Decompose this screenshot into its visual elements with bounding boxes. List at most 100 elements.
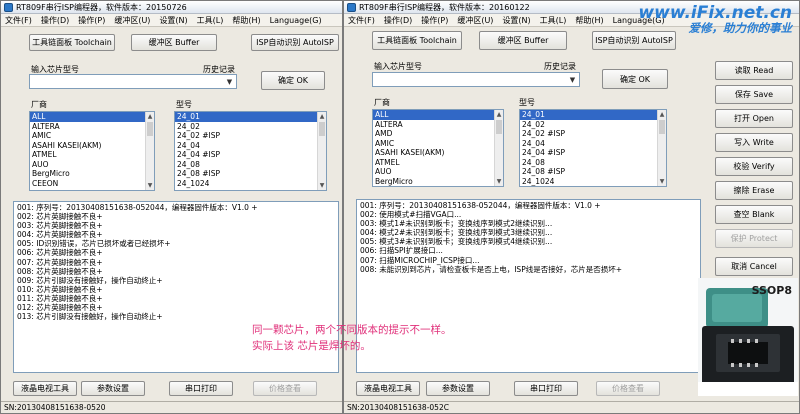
menu-operate-p[interactable]: 操作(P) xyxy=(78,15,105,26)
vertical-scrollbar[interactable]: ▲ ▼ xyxy=(657,110,666,186)
param-settings-button[interactable]: 参数设置 xyxy=(81,381,145,396)
model-list[interactable]: 24_01 24_02 24_02 #ISP 24_04 24_04 #ISP … xyxy=(519,109,667,187)
list-item[interactable]: ALTERA xyxy=(30,122,154,132)
list-item[interactable]: CEEON xyxy=(30,179,154,189)
list-item[interactable]: ALL xyxy=(30,112,154,122)
model-list[interactable]: 24_01 24_02 24_02 #ISP 24_04 24_04 #ISP … xyxy=(174,111,327,191)
list-item[interactable]: ASAHI KASEI(AKM) xyxy=(373,148,503,158)
list-item[interactable]: ALL xyxy=(373,110,503,120)
menu-tools[interactable]: 工具(L) xyxy=(540,15,567,26)
log-line: 001: 序列号：20130408151638-052044，编程器固件版本：V… xyxy=(360,201,601,210)
history-label: 历史记录 xyxy=(544,62,576,71)
watermark-url: www.iFix.net.cn xyxy=(638,3,792,23)
log-line: 012: 芯片英脚接触不良+ xyxy=(17,303,103,313)
menu-help[interactable]: 帮助(H) xyxy=(232,15,260,26)
list-item[interactable]: 24_02 #ISP xyxy=(520,129,666,139)
lcd-tv-tools-button[interactable]: 液晶电视工具 xyxy=(356,381,420,396)
list-item[interactable]: AMIC xyxy=(373,139,503,149)
list-item[interactable]: 24_02 #ISP xyxy=(175,131,326,141)
menu-operate-d[interactable]: 操作(D) xyxy=(41,15,69,26)
blank-check-button[interactable]: 查空 Blank xyxy=(715,205,793,224)
list-item[interactable]: 24_02 xyxy=(520,120,666,130)
erase-button[interactable]: 擦除 Erase xyxy=(715,181,793,200)
ok-button[interactable]: 确定 OK xyxy=(261,71,325,90)
menu-settings[interactable]: 设置(N) xyxy=(159,15,187,26)
save-button[interactable]: 保存 Save xyxy=(715,85,793,104)
list-item[interactable]: 24_04 xyxy=(520,139,666,149)
list-item[interactable]: ATMEL xyxy=(373,158,503,168)
list-item[interactable]: 24_01 xyxy=(175,112,326,122)
tab-autoisp[interactable]: ISP自动识别 AutoISP xyxy=(251,34,339,51)
vertical-scrollbar[interactable]: ▲ ▼ xyxy=(494,110,503,186)
tab-toolchain[interactable]: 工具链面板 Toolchain xyxy=(372,31,462,50)
menu-file[interactable]: 文件(F) xyxy=(5,15,32,26)
list-item[interactable]: 24_08 #ISP xyxy=(175,169,326,179)
tab-toolchain[interactable]: 工具链面板 Toolchain xyxy=(29,34,115,51)
menu-help[interactable]: 帮助(H) xyxy=(575,15,603,26)
log-line: 006: 芯片英脚接触不良+ xyxy=(17,248,103,258)
list-item[interactable]: 24_08 xyxy=(520,158,666,168)
log-line: 008: 芯片英脚接触不良+ xyxy=(17,266,103,276)
menu-file[interactable]: 文件(F) xyxy=(348,15,375,26)
menu-tools[interactable]: 工具(L) xyxy=(197,15,224,26)
read-button[interactable]: 读取 Read xyxy=(715,61,793,80)
serial-print-button[interactable]: 串口打印 xyxy=(169,381,233,396)
log-line: 007: 扫描MICROCHIP_ICSP接口... xyxy=(360,255,480,265)
list-item[interactable]: 24_1024 xyxy=(520,177,666,187)
tab-buffer[interactable]: 缓冲区 Buffer xyxy=(131,34,217,51)
log-line: 004: 芯片英脚接触不良+ xyxy=(17,230,103,240)
list-item[interactable]: ALTERA xyxy=(373,120,503,130)
write-button[interactable]: 写入 Write xyxy=(715,133,793,152)
log-line: 001: 序列号：20130408151638-052044，编程器固件版本：V… xyxy=(17,203,258,212)
app-icon xyxy=(347,2,356,12)
list-item[interactable]: 24_02 xyxy=(175,122,326,132)
list-item[interactable]: BergMicro xyxy=(373,177,503,187)
list-item[interactable]: 24_08 #ISP xyxy=(520,167,666,177)
param-settings-button[interactable]: 参数设置 xyxy=(426,381,490,396)
menu-buffer[interactable]: 缓冲区(U) xyxy=(114,15,150,26)
list-item[interactable]: AUO xyxy=(30,160,154,170)
chevron-down-icon[interactable]: ▼ xyxy=(224,76,235,87)
cancel-button[interactable]: 取消 Cancel xyxy=(715,257,793,276)
list-item[interactable]: 24_04 #ISP xyxy=(520,148,666,158)
menu-buffer[interactable]: 缓冲区(U) xyxy=(457,15,493,26)
ok-button[interactable]: 确定 OK xyxy=(602,69,668,89)
log-line: 009: 芯片引脚没有接触好，操作自动终止+ xyxy=(17,275,163,285)
open-button[interactable]: 打开 Open xyxy=(715,109,793,128)
price-view-button[interactable]: 价格查看 xyxy=(596,381,660,396)
list-item[interactable]: 24_08 xyxy=(175,160,326,170)
serial-print-button[interactable]: 串口打印 xyxy=(514,381,578,396)
lcd-tv-tools-button[interactable]: 液晶电视工具 xyxy=(13,381,77,396)
list-item[interactable]: 24_04 xyxy=(175,141,326,151)
chip-model-combo[interactable]: ▼ xyxy=(29,74,237,89)
menu-operate-p[interactable]: 操作(P) xyxy=(421,15,448,26)
vertical-scrollbar[interactable]: ▲ ▼ xyxy=(317,112,326,190)
verify-button[interactable]: 校验 Verify xyxy=(715,157,793,176)
vendor-label: 厂商 xyxy=(374,98,390,107)
list-item[interactable]: 24_04 #ISP xyxy=(175,150,326,160)
tab-buffer[interactable]: 缓冲区 Buffer xyxy=(479,31,567,50)
list-item[interactable]: 24_1024 xyxy=(175,179,326,189)
log-line: 002: 芯片英脚接触不良+ xyxy=(17,212,103,222)
chip-package-label: SSOP8 xyxy=(751,284,792,297)
vendor-list[interactable]: ALL ALTERA AMD AMIC ASAHI KASEI(AKM) ATM… xyxy=(372,109,504,187)
chip-model-combo[interactable]: ▼ xyxy=(372,72,580,87)
list-item[interactable]: AUO xyxy=(373,167,503,177)
price-view-button[interactable]: 价格查看 xyxy=(253,381,317,396)
log-line: 011: 芯片英脚接触不良+ xyxy=(17,293,103,303)
list-item[interactable]: ATMEL xyxy=(30,150,154,160)
window-title: RT809F串行ISP编程器，软件版本：20160122 xyxy=(359,2,530,12)
list-item[interactable]: AMD xyxy=(373,129,503,139)
chevron-down-icon[interactable]: ▼ xyxy=(567,74,578,85)
list-item[interactable]: BergMicro xyxy=(30,169,154,179)
vendor-list[interactable]: ALL ALTERA AMIC ASAHI KASEI(AKM) ATMEL A… xyxy=(29,111,155,191)
list-item[interactable]: ASAHI KASEI(AKM) xyxy=(30,141,154,151)
menu-operate-d[interactable]: 操作(D) xyxy=(384,15,412,26)
list-item[interactable]: AMIC xyxy=(30,131,154,141)
list-item[interactable]: 24_01 xyxy=(520,110,666,120)
menu-settings[interactable]: 设置(N) xyxy=(502,15,530,26)
protect-button[interactable]: 保护 Protect xyxy=(715,229,793,248)
vertical-scrollbar[interactable]: ▲ ▼ xyxy=(145,112,154,190)
menu-language[interactable]: Language(G) xyxy=(270,16,322,25)
title-bar: RT809F串行ISP编程器，软件版本：20150726 xyxy=(1,1,342,14)
